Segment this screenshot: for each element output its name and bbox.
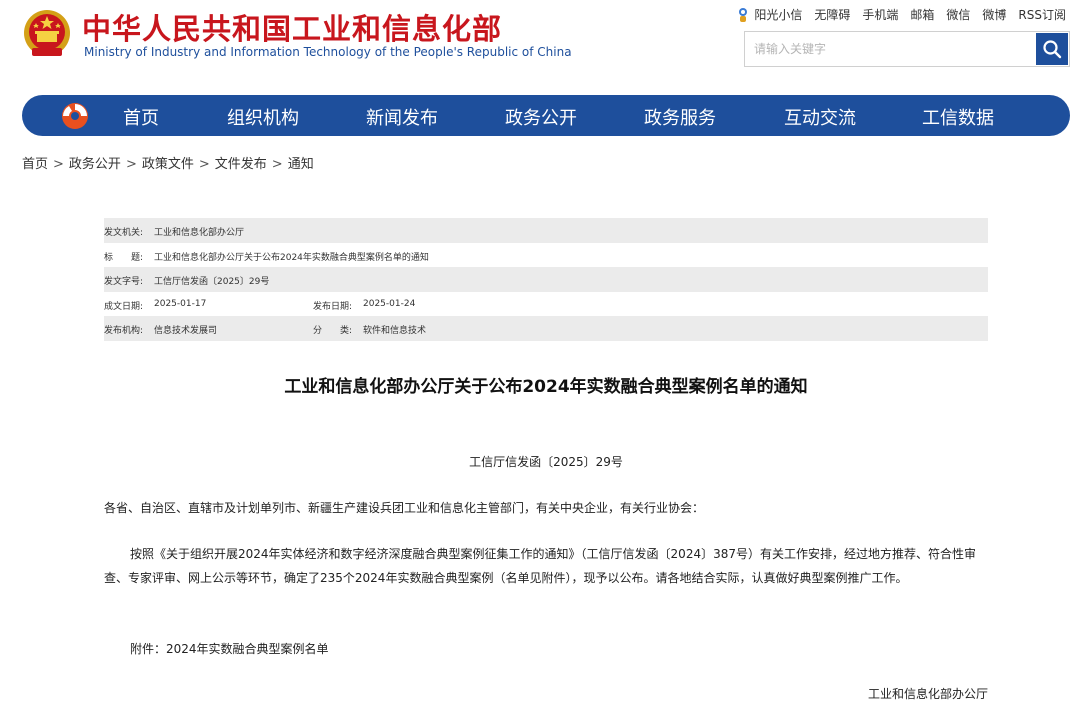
breadcrumb-separator: > [53, 157, 64, 172]
search-button[interactable] [1036, 33, 1068, 65]
breadcrumb-government-affairs[interactable]: 政务公开 [69, 157, 121, 172]
search-box [744, 31, 1070, 67]
nav-item-government-affairs[interactable]: 政务公开 [505, 104, 577, 130]
nav-item-organization[interactable]: 组织机构 [227, 104, 299, 130]
meta-row-issuer: 发文机关: 工业和信息化部办公厅 [104, 218, 988, 243]
accessibility-link[interactable]: 无障碍 [814, 6, 850, 23]
nav-item-data[interactable]: 工信数据 [922, 104, 994, 130]
meta-row-dates: 成文日期: 2025-01-17 发布日期: 2025-01-24 [104, 292, 988, 317]
breadcrumb-policy-files[interactable]: 政策文件 [142, 157, 194, 172]
breadcrumb-separator: > [271, 157, 283, 172]
meta-label: 发文字号: [104, 277, 144, 287]
site-header: 中华人民共和国工业和信息化部 Ministry of Industry and … [0, 0, 1080, 90]
meta-row-title: 标 题: 工业和信息化部办公厅关于公布2024年实数融合典型案例名单的通知 [104, 243, 988, 268]
main-nav: 首页 组织机构 新闻发布 政务公开 政务服务 互动交流 工信数据 [22, 95, 1070, 136]
breadcrumb-separator: > [198, 157, 210, 172]
meta-value-agency: 信息技术发展司 [154, 326, 218, 336]
nav-item-home[interactable]: 首页 [123, 104, 159, 130]
document-addressee: 各省、自治区、直辖市及计划单列市、新疆生产建设兵团工业和信息化主管部门，有关中央… [104, 501, 705, 515]
nav-item-news[interactable]: 新闻发布 [366, 104, 438, 130]
meta-label: 发文机关: [104, 228, 144, 238]
breadcrumb: 首页 > 政务公开 > 政策文件 > 文件发布 > 通知 [22, 153, 314, 172]
top-link-label: 阳光小信 [754, 8, 803, 22]
breadcrumb-separator: > [125, 157, 137, 172]
mobile-link[interactable]: 手机端 [862, 6, 898, 23]
meta-value-category: 软件和信息技术 [363, 326, 427, 336]
national-emblem-icon [24, 10, 70, 56]
meta-value-docno: 工信厅信发函〔2025〕29号 [154, 277, 270, 287]
meta-label: 成文日期: [104, 301, 144, 312]
meta-value-published: 2025-01-24 [363, 298, 416, 309]
nav-item-interaction[interactable]: 互动交流 [784, 104, 856, 130]
document-title: 工业和信息化部办公厅关于公布2024年实数融合典型案例名单的通知 [284, 377, 808, 397]
wechat-link[interactable]: 微信 [946, 6, 970, 23]
meta-label: 标 题: [104, 252, 144, 263]
site-title-english: Ministry of Industry and Information Tec… [84, 45, 572, 59]
meta-label: 发布机构: [104, 326, 144, 336]
meta-label: 发布日期: [313, 301, 353, 312]
breadcrumb-home[interactable]: 首页 [22, 157, 48, 172]
weibo-link[interactable]: 微博 [982, 6, 1006, 23]
miit-logo-icon [62, 103, 88, 129]
search-input[interactable] [745, 32, 1035, 66]
search-icon [1043, 40, 1062, 59]
breadcrumb-notice[interactable]: 通知 [288, 157, 314, 172]
meta-value-created: 2025-01-17 [154, 298, 207, 309]
rss-link[interactable]: RSS订阅 [1018, 6, 1066, 23]
sunshine-link[interactable]: 阳光小信 [737, 6, 802, 23]
document-body-paragraph: 按照《关于组织开展2024年实体经济和数字经济深度融合典型案例征集工作的通知》（… [104, 547, 976, 585]
meta-row-agency: 发布机构: 信息技术发展司 分 类: 软件和信息技术 [104, 316, 988, 341]
meta-value-title: 工业和信息化部办公厅关于公布2024年实数融合典型案例名单的通知 [154, 252, 429, 263]
sun-mascot-icon [739, 7, 748, 22]
meta-label: 分 类: [313, 326, 353, 336]
document-meta-table: 发文机关: 工业和信息化部办公厅 标 题: 工业和信息化部办公厅关于公布2024… [104, 218, 988, 341]
document-number: 工信厅信发函〔2025〕29号 [469, 455, 623, 469]
nav-item-government-services[interactable]: 政务服务 [644, 104, 716, 130]
meta-value-issuer: 工业和信息化部办公厅 [154, 228, 245, 238]
top-links: 阳光小信 无障碍 手机端 邮箱 微信 微博 RSS订阅 [737, 6, 1066, 23]
meta-row-docno: 发文字号: 工信厅信发函〔2025〕29号 [104, 267, 988, 292]
mailbox-link[interactable]: 邮箱 [910, 6, 934, 23]
breadcrumb-file-release[interactable]: 文件发布 [215, 157, 267, 172]
document-signature: 工业和信息化部办公厅 [867, 687, 988, 701]
site-title-chinese: 中华人民共和国工业和信息化部 [82, 12, 503, 46]
document-attachment[interactable]: 附件：2024年实数融合典型案例名单 [104, 637, 988, 661]
